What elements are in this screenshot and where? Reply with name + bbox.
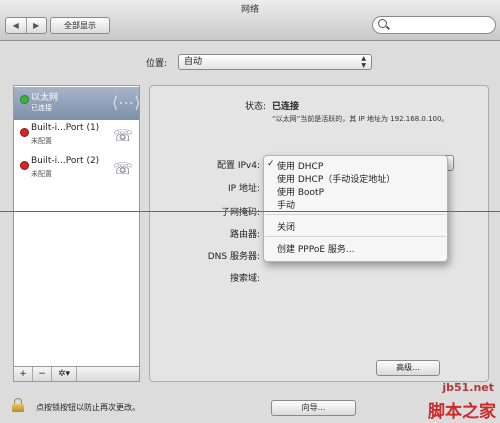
assist-button[interactable]: 向导... bbox=[271, 400, 356, 416]
show-all-button[interactable]: 全部显示 bbox=[50, 17, 110, 34]
configure-ipv4-menu: ✓ 使用 DHCP 使用 DHCP（手动设定地址） 使用 BootP 手动 关闭… bbox=[263, 155, 448, 262]
service-list-toolbar: + − ✲▾ bbox=[13, 367, 140, 382]
add-service-button[interactable]: + bbox=[14, 367, 33, 381]
status-dot-icon bbox=[20, 161, 29, 170]
service-name: Built-i...Port (1) bbox=[31, 123, 100, 133]
watermark: jb51.net 脚本之家 bbox=[424, 381, 500, 423]
nav-buttons: ◀ ▶ bbox=[5, 17, 47, 34]
status-dot-icon bbox=[20, 95, 29, 104]
menu-item-manual[interactable]: 手动 bbox=[277, 198, 295, 211]
service-status: 未配置 bbox=[31, 170, 52, 178]
location-select[interactable]: 自动 ▲ ▼ bbox=[178, 54, 372, 70]
location-label: 位置: bbox=[146, 59, 168, 69]
phone-icon: ☏ bbox=[112, 159, 133, 178]
window-titlebar: 网络 ◀ ▶ 全部显示 bbox=[0, 0, 500, 41]
back-button[interactable]: ◀ bbox=[6, 18, 26, 33]
menu-separator bbox=[265, 236, 446, 237]
status-hint: “以太网”当前是活跃的，其 IP 地址为 192.168.0.100。 bbox=[272, 115, 449, 123]
annotation-line bbox=[0, 211, 500, 212]
remove-service-button[interactable]: − bbox=[33, 367, 52, 381]
menu-item-create-pppoe[interactable]: 创建 PPPoE 服务... bbox=[277, 242, 354, 255]
service-name: 以太网 bbox=[31, 93, 59, 103]
select-arrows-icon: ▲ ▼ bbox=[361, 55, 366, 69]
watermark-logo: 脚本之家 bbox=[428, 402, 496, 422]
phone-icon: ☏ bbox=[112, 126, 133, 145]
watermark-url: jb51.net bbox=[442, 381, 494, 394]
menu-separator bbox=[265, 214, 446, 215]
search-domains-label: 搜索域: bbox=[229, 274, 260, 284]
ip-address-label: IP 地址: bbox=[228, 184, 260, 194]
ethernet-icon: ⟨⋯⟩ bbox=[112, 93, 140, 112]
router-label: 路由器: bbox=[229, 230, 260, 240]
configure-ipv4-label: 配置 IPv4: bbox=[216, 161, 260, 171]
lock-hint: 点按锁按钮以防止再次更改。 bbox=[36, 403, 140, 412]
service-list: 以太网 已连接 ⟨⋯⟩ Built-i...Port (1) 未配置 ☏ Bui… bbox=[13, 85, 140, 367]
checkmark-icon: ✓ bbox=[267, 159, 275, 169]
menu-item-bootp[interactable]: 使用 BootP bbox=[277, 185, 324, 198]
service-item-ethernet[interactable]: 以太网 已连接 ⟨⋯⟩ bbox=[14, 87, 139, 120]
location-value: 自动 bbox=[184, 57, 203, 67]
dns-server-label: DNS 服务器: bbox=[207, 252, 260, 262]
menu-item-dhcp-manual[interactable]: 使用 DHCP（手动设定地址） bbox=[277, 172, 395, 185]
status-dot-icon bbox=[20, 128, 29, 137]
menu-item-off[interactable]: 关闭 bbox=[277, 220, 295, 233]
advanced-button[interactable]: 高级... bbox=[376, 360, 440, 376]
service-item-port-1[interactable]: Built-i...Port (1) 未配置 ☏ bbox=[14, 120, 139, 153]
search-field[interactable] bbox=[372, 16, 496, 34]
service-status: 未配置 bbox=[31, 137, 52, 145]
forward-button[interactable]: ▶ bbox=[25, 18, 47, 33]
lock-icon[interactable] bbox=[12, 398, 24, 412]
service-name: Built-i...Port (2) bbox=[31, 156, 100, 166]
status-label: 状态: bbox=[244, 102, 266, 112]
window-title: 网络 bbox=[240, 5, 259, 15]
menu-item-dhcp[interactable]: ✓ 使用 DHCP bbox=[267, 159, 323, 172]
status-value: 已连接 bbox=[272, 102, 300, 112]
search-icon bbox=[378, 19, 387, 28]
gear-menu-button[interactable]: ✲▾ bbox=[52, 367, 77, 381]
service-status: 已连接 bbox=[31, 104, 52, 112]
service-item-port-2[interactable]: Built-i...Port (2) 未配置 ☏ bbox=[14, 153, 139, 186]
